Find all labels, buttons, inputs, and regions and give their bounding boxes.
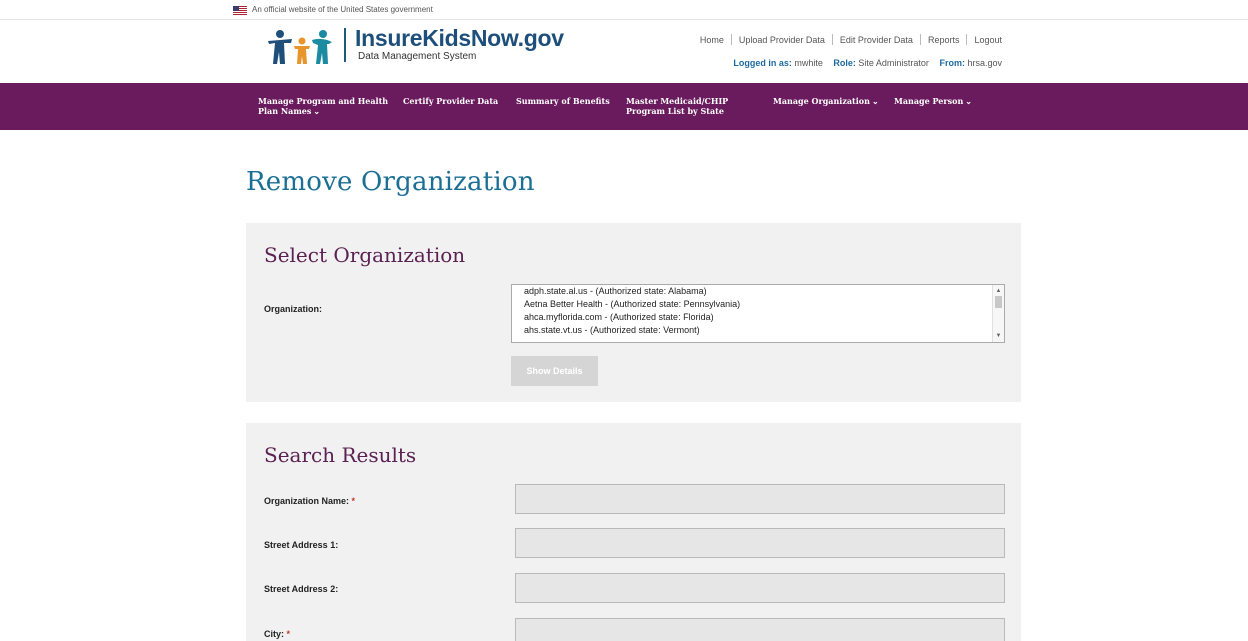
nav-certify-provider-data[interactable]: Certify Provider Data — [403, 96, 498, 106]
logged-in-label: Logged in as: — [733, 58, 792, 68]
nav-label: Manage Organization — [773, 96, 870, 106]
organization-option[interactable]: ahs.state.vt.us - (Authorized state: Ver… — [512, 324, 1004, 337]
nav-manage-organization[interactable]: Manage Organization ⌄ — [773, 96, 879, 106]
chevron-down-icon: ⌄ — [965, 96, 972, 106]
role-value: Site Administrator — [858, 58, 929, 68]
listbox-scrollbar[interactable]: ▲ ▼ — [992, 285, 1004, 342]
nav-manage-program-plan-names[interactable]: Manage Program and Health Plan Names ⌄ — [258, 96, 388, 116]
reports-link[interactable]: Reports — [928, 35, 960, 45]
chevron-down-icon: ⌄ — [313, 106, 321, 116]
upload-provider-data-link[interactable]: Upload Provider Data — [739, 35, 825, 45]
street-address-2-label: Street Address 2: — [264, 584, 339, 594]
us-flag-icon — [233, 6, 247, 15]
organization-option[interactable]: ahca.myflorida.com - (Authorized state: … — [512, 311, 1004, 324]
nav-label: Plan Names — [258, 106, 312, 116]
divider — [966, 34, 968, 45]
label-text: Organization Name: — [264, 496, 350, 506]
organization-option[interactable]: adph.state.al.us - (Authorized state: Al… — [512, 285, 1004, 298]
chevron-down-icon: ⌄ — [871, 96, 879, 106]
nav-label: Master Medicaid/CHIP — [626, 96, 729, 106]
from-value: hrsa.gov — [967, 58, 1002, 68]
divider — [831, 34, 833, 45]
city-label: City: * — [264, 629, 290, 639]
utility-links: Home Upload Provider Data Edit Provider … — [700, 34, 1002, 45]
search-results-panel: Search Results Organization Name: * Stre… — [246, 423, 1021, 641]
divider — [919, 34, 921, 45]
organization-label: Organization: — [264, 304, 322, 314]
gov-banner-text: An official website of the United States… — [252, 5, 433, 14]
page-title: Remove Organization — [246, 167, 535, 197]
scroll-down-arrow-icon[interactable]: ▼ — [993, 331, 1004, 341]
show-details-button[interactable]: Show Details — [511, 356, 598, 386]
nav-manage-person[interactable]: Manage Person ⌄ — [894, 96, 972, 106]
logged-in-user: mwhite — [794, 58, 823, 68]
street-address-1-input[interactable] — [515, 528, 1005, 558]
street-address-1-label: Street Address 1: — [264, 540, 339, 550]
select-organization-panel: Select Organization Organization: adph.s… — [246, 223, 1021, 402]
label-text: City: — [264, 629, 284, 639]
site-header: InsureKidsNow.gov Data Management System… — [0, 20, 1248, 83]
brand-subtitle: Data Management System — [358, 51, 477, 62]
required-marker: * — [351, 496, 356, 506]
logo-divider — [344, 28, 346, 62]
logout-link[interactable]: Logout — [974, 35, 1002, 45]
organization-name-label: Organization Name: * — [264, 496, 355, 506]
scroll-up-arrow-icon[interactable]: ▲ — [993, 286, 1004, 296]
nav-summary-of-benefits[interactable]: Summary of Benefits — [516, 96, 610, 106]
organization-listbox[interactable]: adph.state.al.us - (Authorized state: Al… — [511, 284, 1005, 343]
city-input[interactable] — [515, 618, 1005, 641]
home-link[interactable]: Home — [700, 35, 724, 45]
scroll-thumb[interactable] — [995, 296, 1002, 308]
nav-master-medicaid-chip-list[interactable]: Master Medicaid/CHIP Program List by Sta… — [626, 96, 728, 116]
family-logo-icon[interactable] — [266, 28, 336, 68]
required-marker: * — [286, 629, 291, 639]
nav-label: Manage Person — [894, 96, 964, 106]
nav-label: Manage Program and Health — [258, 96, 389, 106]
street-address-2-input[interactable] — [515, 573, 1005, 603]
main-nav: Manage Program and Health Plan Names ⌄ Ce… — [0, 83, 1248, 130]
search-results-heading: Search Results — [264, 443, 417, 467]
organization-name-input[interactable] — [515, 484, 1005, 514]
select-organization-heading: Select Organization — [264, 243, 466, 267]
from-label: From: — [939, 58, 965, 68]
gov-banner: An official website of the United States… — [0, 0, 1248, 20]
edit-provider-data-link[interactable]: Edit Provider Data — [840, 35, 913, 45]
role-label: Role: — [833, 58, 856, 68]
login-info: Logged in as: mwhite Role: Site Administ… — [733, 58, 1002, 68]
divider — [730, 34, 732, 45]
brand-title[interactable]: InsureKidsNow.gov — [355, 25, 564, 52]
organization-option[interactable]: Aetna Better Health - (Authorized state:… — [512, 298, 1004, 311]
nav-label: Program List by State — [626, 106, 724, 116]
